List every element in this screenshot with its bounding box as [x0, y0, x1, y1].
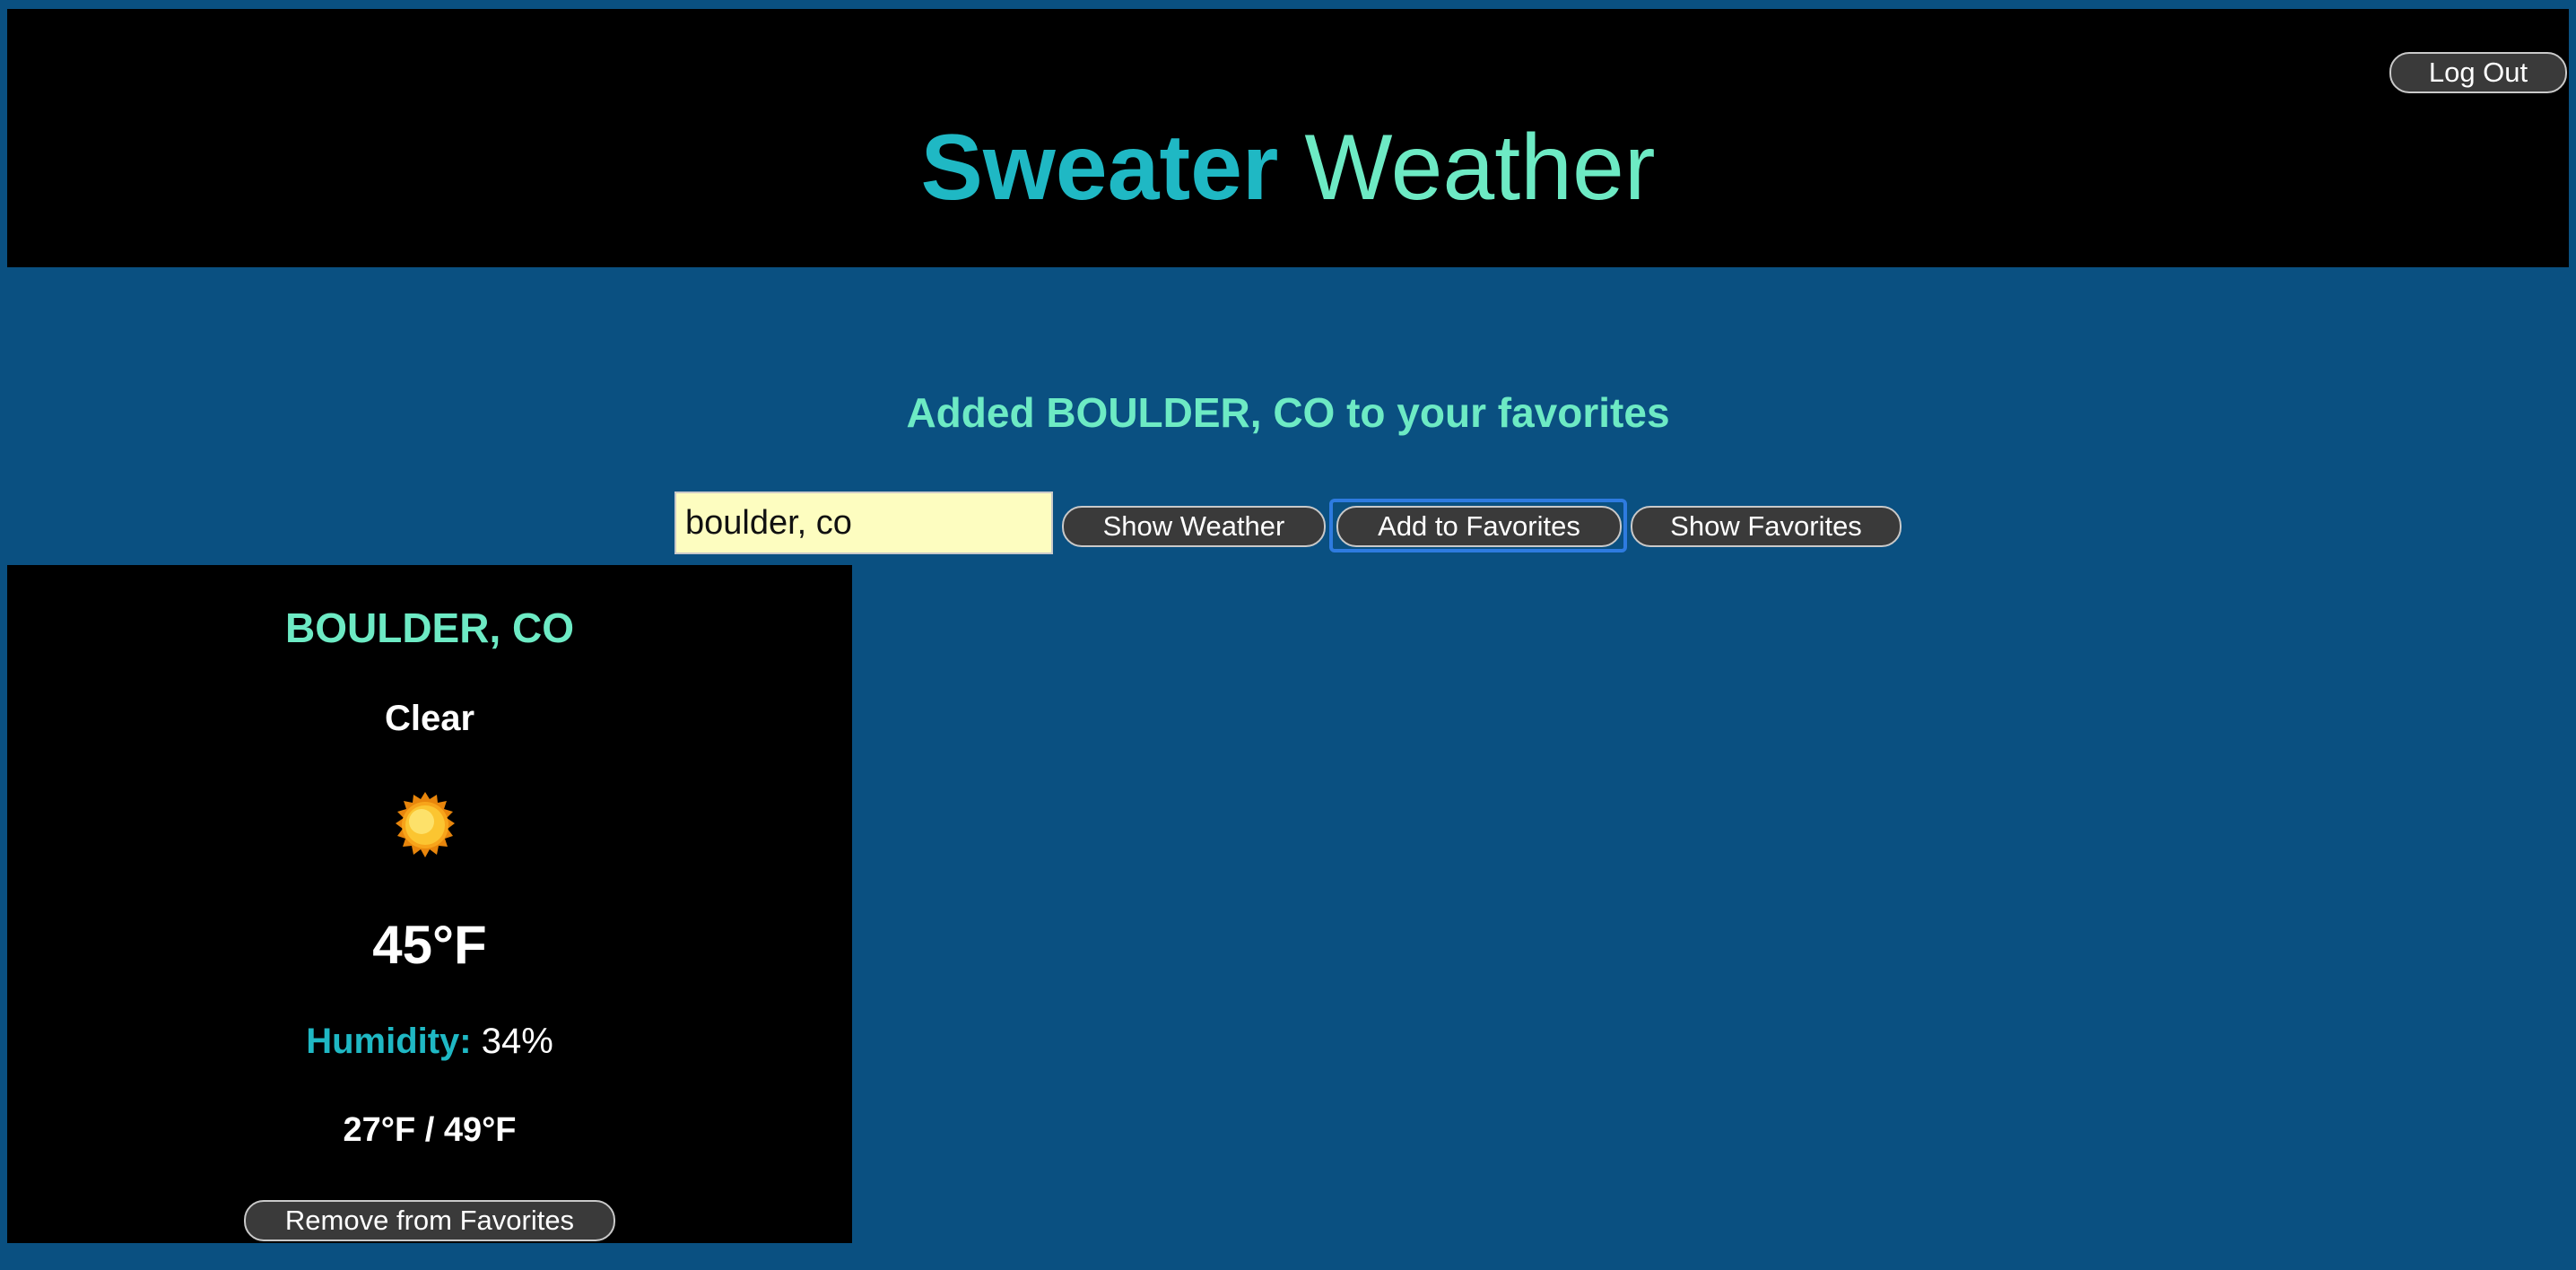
humidity-value: 34% [481, 1022, 553, 1061]
add-to-favorites-button[interactable]: Add to Favorites [1336, 506, 1622, 547]
header: Sweater Weather [7, 9, 2569, 267]
humidity-label: Humidity: [306, 1022, 472, 1061]
temperature: 45°F [372, 915, 487, 975]
humidity-row: Humidity: 34% [7, 1019, 852, 1064]
page: Sweater Weather Log Out Added BOULDER, C… [0, 0, 2576, 1270]
log-out-button[interactable]: Log Out [2389, 52, 2567, 93]
temperature-range: 27°F / 49°F [343, 1111, 517, 1149]
location-search-input[interactable] [674, 491, 1053, 554]
city-name: BOULDER, CO [285, 605, 574, 651]
weather-card: BOULDER, CO Clear 45°F Humidity: 34% 27°… [7, 565, 852, 1243]
app-title-bold: Sweater [920, 116, 1279, 220]
show-weather-button[interactable]: Show Weather [1062, 506, 1326, 547]
sun-icon [396, 792, 455, 857]
status-message: Added BOULDER, CO to your favorites [906, 389, 1670, 436]
app-title-light: Weather [1304, 116, 1656, 220]
app-title: Sweater Weather [7, 109, 2569, 226]
weather-condition: Clear [384, 699, 475, 738]
remove-from-favorites-button[interactable]: Remove from Favorites [244, 1200, 615, 1241]
show-favorites-button[interactable]: Show Favorites [1631, 506, 1902, 547]
